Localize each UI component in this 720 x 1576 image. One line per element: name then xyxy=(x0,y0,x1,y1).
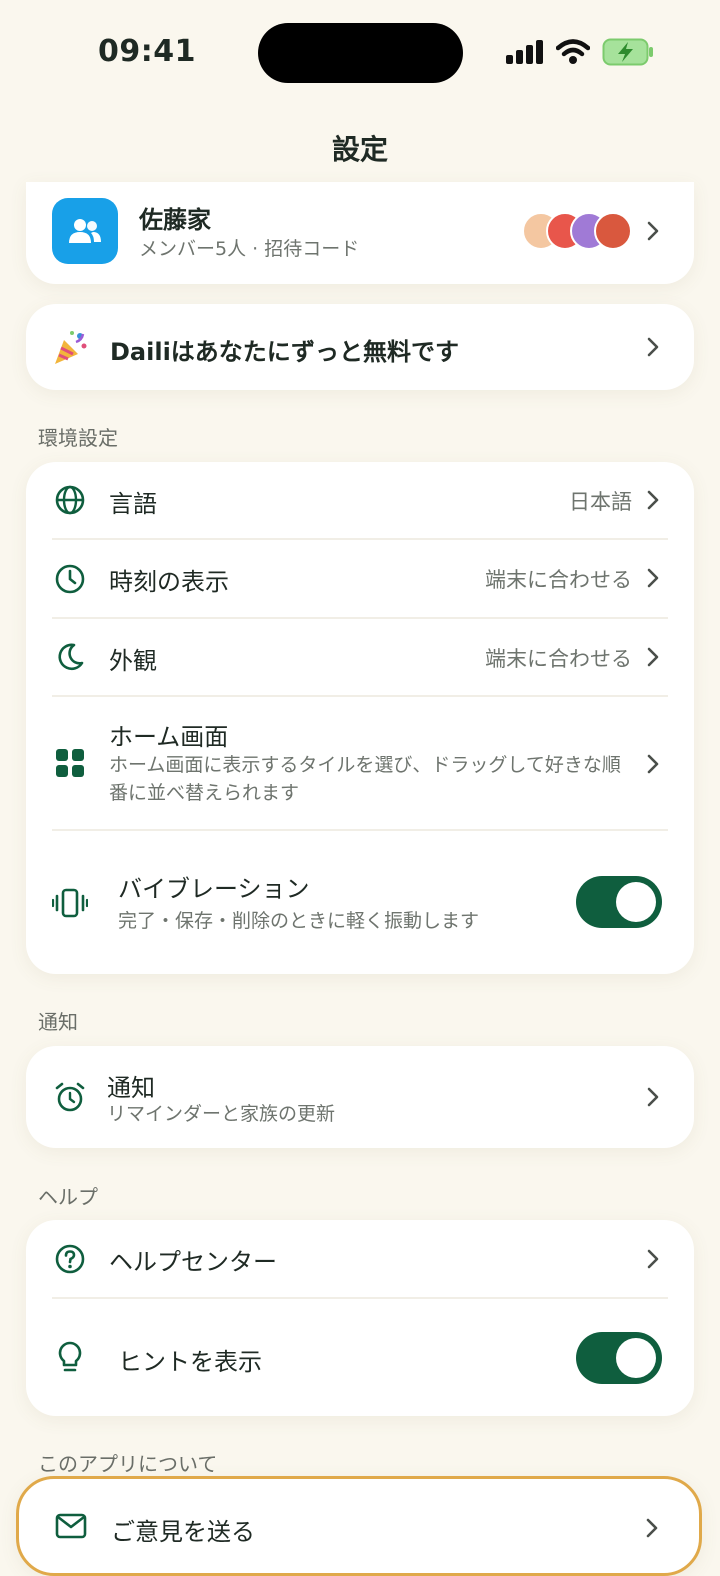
avatar xyxy=(594,212,632,250)
toggle-knob xyxy=(616,882,656,922)
tips-title: ヒントを表示 xyxy=(118,1348,262,1376)
section-label-preferences: 環境設定 xyxy=(38,426,118,450)
promo-text: Dailiはあなたにずっと無料です xyxy=(110,338,460,366)
moon-icon xyxy=(52,639,88,675)
battery-charging-icon xyxy=(602,38,653,66)
help-card: ヘルプセンター ヒントを表示 xyxy=(26,1220,694,1416)
time-display-row[interactable]: 時刻の表示 端末に合わせる xyxy=(26,540,694,618)
chevron-right-icon xyxy=(647,1087,659,1107)
time-display-title: 時刻の表示 xyxy=(109,568,229,596)
vibration-row: バイブレーション 完了・保存・削除のときに軽く振動します xyxy=(26,831,694,974)
dynamic-island xyxy=(258,23,463,83)
language-value: 日本語 xyxy=(569,490,632,514)
chevron-right-icon xyxy=(646,1518,658,1538)
home-screen-subtitle: ホーム画面に表示するタイルを選び、ドラッグして好きな順番に並べ替えられます xyxy=(109,754,621,804)
appearance-row[interactable]: 外観 端末に合わせる xyxy=(26,619,694,697)
language-row[interactable]: 言語 日本語 xyxy=(26,462,694,538)
language-title: 言語 xyxy=(109,490,157,518)
appearance-value: 端末に合わせる xyxy=(485,647,632,671)
status-icons xyxy=(506,38,654,66)
party-popper-icon xyxy=(50,328,90,368)
home-screen-title: ホーム画面 xyxy=(109,723,229,751)
vibration-subtitle: 完了・保存・削除のときに軽く振動します xyxy=(118,910,480,932)
people-icon xyxy=(69,219,101,243)
toggle-knob xyxy=(616,1338,656,1378)
family-icon xyxy=(52,198,118,264)
section-label-about: このアプリについて xyxy=(38,1452,218,1476)
section-label-help: ヘルプ xyxy=(38,1185,98,1209)
notifications-subtitle: リマインダーと家族の更新 xyxy=(107,1103,336,1125)
status-time: 09:41 xyxy=(98,34,196,69)
vibration-title: バイブレーション xyxy=(118,875,310,903)
appearance-title: 外観 xyxy=(109,647,157,675)
chevron-right-icon xyxy=(647,647,659,667)
section-label-notifications: 通知 xyxy=(38,1010,78,1034)
chevron-right-icon xyxy=(647,754,659,774)
wifi-icon xyxy=(556,39,590,64)
grid-icon xyxy=(52,745,88,781)
status-bar: 09:41 xyxy=(0,0,720,100)
promo-card[interactable]: Dailiはあなたにずっと無料です xyxy=(26,304,694,390)
help-center-row[interactable]: ヘルプセンター xyxy=(26,1220,694,1298)
alarm-clock-icon xyxy=(52,1079,88,1115)
lightbulb-icon xyxy=(52,1339,88,1375)
time-display-value: 端末に合わせる xyxy=(485,568,632,592)
family-card[interactable]: 佐藤家 メンバー5人 · 招待コード xyxy=(26,182,694,284)
vibration-icon xyxy=(52,885,88,921)
chevron-right-icon xyxy=(647,221,659,241)
globe-icon xyxy=(52,482,88,518)
feedback-card[interactable]: ご意見を送る xyxy=(16,1476,702,1576)
tips-row: ヒントを表示 xyxy=(26,1299,694,1416)
home-screen-row[interactable]: ホーム画面 ホーム画面に表示するタイルを選び、ドラッグして好きな順番に並べ替えら… xyxy=(26,697,694,829)
clock-icon xyxy=(52,561,88,597)
question-circle-icon xyxy=(52,1241,88,1277)
member-avatars xyxy=(522,212,632,250)
preferences-card: 言語 日本語 時刻の表示 端末に合わせる 外観 端末に合わせる ホーム画面 ホー… xyxy=(26,462,694,974)
chevron-right-icon xyxy=(647,568,659,588)
notifications-title: 通知 xyxy=(107,1074,155,1102)
cellular-signal-icon xyxy=(506,40,543,64)
notifications-card[interactable]: 通知 リマインダーと家族の更新 xyxy=(26,1046,694,1148)
mail-icon xyxy=(53,1508,89,1544)
chevron-right-icon xyxy=(647,1249,659,1269)
chevron-right-icon xyxy=(647,490,659,510)
family-subtitle: メンバー5人 · 招待コード xyxy=(139,238,360,260)
page-title: 設定 xyxy=(331,133,388,166)
family-name: 佐藤家 xyxy=(139,206,211,234)
tips-toggle[interactable] xyxy=(576,1332,662,1384)
vibration-toggle[interactable] xyxy=(576,876,662,928)
help-center-title: ヘルプセンター xyxy=(109,1248,277,1276)
chevron-right-icon xyxy=(647,337,659,357)
feedback-title: ご意見を送る xyxy=(111,1518,255,1546)
